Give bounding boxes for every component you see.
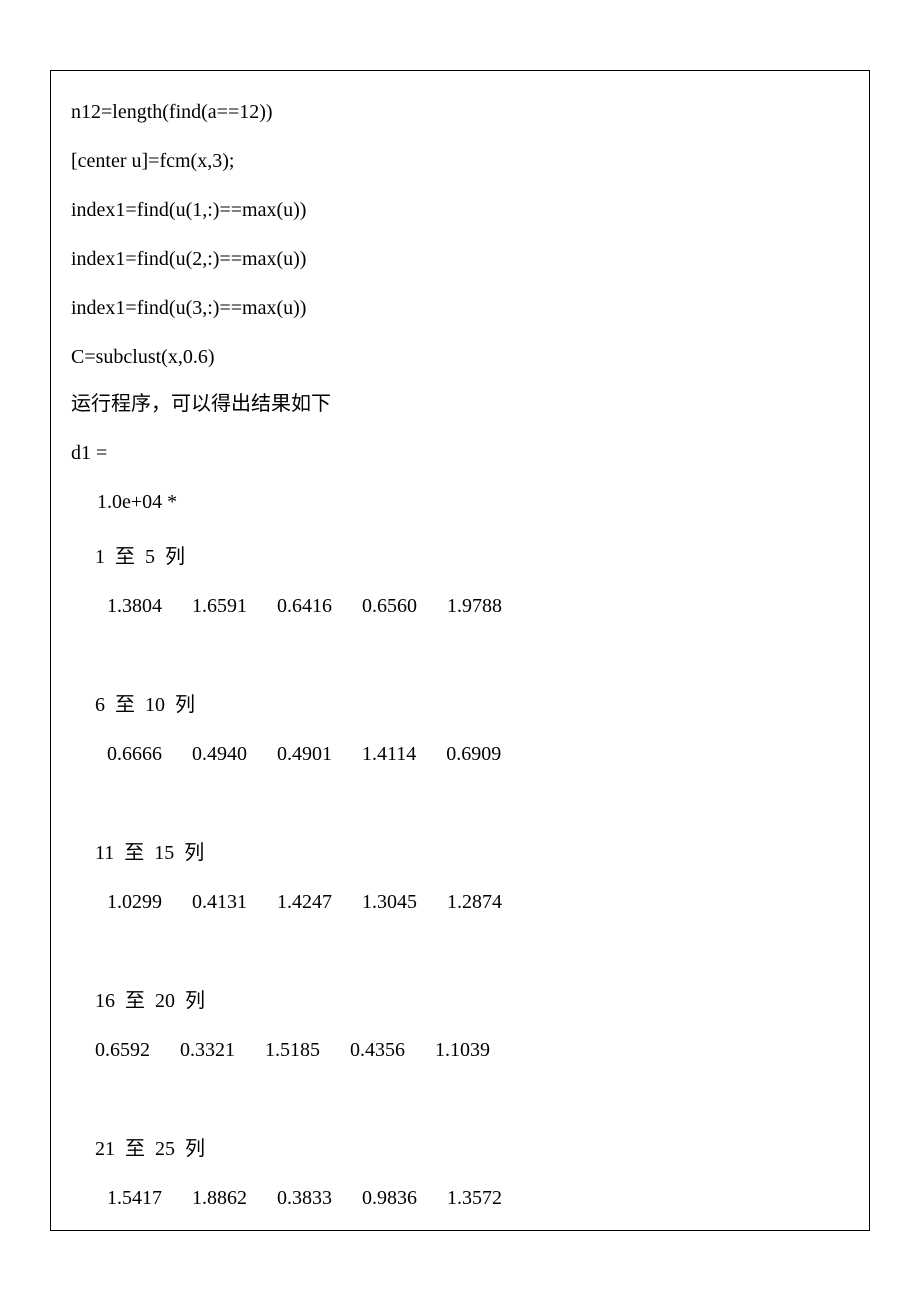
output-values: 1.0299 0.4131 1.4247 1.3045 1.2874 [71, 891, 849, 914]
text-line: 运行程序，可以得出结果如下 [71, 387, 849, 416]
code-line: index1=find(u(2,:)==max(u)) [71, 248, 849, 271]
output-values: 1.3804 1.6591 0.6416 0.6560 1.9788 [71, 595, 849, 618]
code-line: index1=find(u(3,:)==max(u)) [71, 297, 849, 320]
output-line: 1.0e+04 * [71, 491, 849, 514]
code-line: index1=find(u(1,:)==max(u)) [71, 199, 849, 222]
output-line: d1 = [71, 442, 849, 465]
output-header: 11 至 15 列 [71, 836, 849, 865]
output-header: 6 至 10 列 [71, 688, 849, 717]
output-header: 21 至 25 列 [71, 1132, 849, 1161]
output-header: 1 至 5 列 [71, 540, 849, 569]
output-values: 0.6592 0.3321 1.5185 0.4356 1.1039 [71, 1039, 849, 1062]
code-line: [center u]=fcm(x,3); [71, 150, 849, 173]
output-header: 16 至 20 列 [71, 984, 849, 1013]
code-line: n12=length(find(a==12)) [71, 101, 849, 124]
output-values: 1.5417 1.8862 0.3833 0.9836 1.3572 [71, 1187, 849, 1210]
code-line: C=subclust(x,0.6) [71, 346, 849, 369]
output-values: 0.6666 0.4940 0.4901 1.4114 0.6909 [71, 743, 849, 766]
document-frame: n12=length(find(a==12)) [center u]=fcm(x… [50, 70, 870, 1231]
